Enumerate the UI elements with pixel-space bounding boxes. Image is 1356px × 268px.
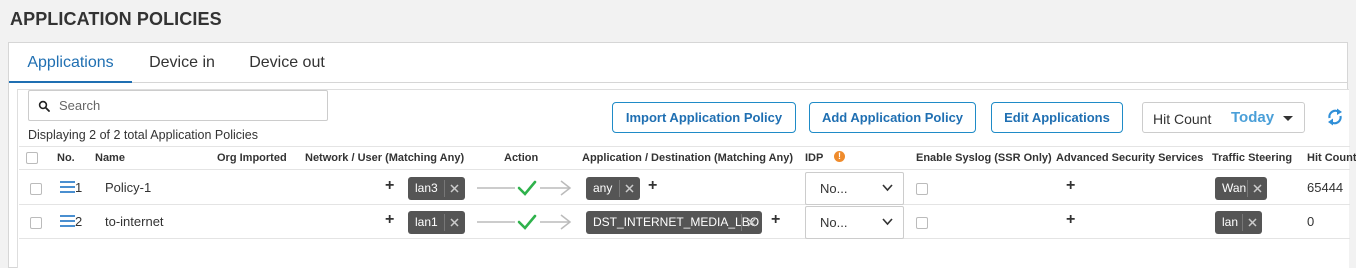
row-checkbox[interactable] bbox=[30, 183, 42, 195]
close-icon[interactable] bbox=[449, 217, 460, 228]
refresh-icon[interactable] bbox=[1326, 106, 1344, 128]
close-icon[interactable] bbox=[1247, 217, 1258, 228]
info-icon[interactable]: ! bbox=[834, 151, 845, 162]
column-advanced-security: Advanced Security Services bbox=[1056, 152, 1204, 164]
column-traffic-steering: Traffic Steering bbox=[1212, 152, 1293, 164]
traffic-steering-tag[interactable]: Wan bbox=[1215, 177, 1267, 200]
page-title: APPLICATION POLICIES bbox=[10, 9, 222, 29]
application-tag[interactable]: any bbox=[586, 177, 640, 200]
search-icon bbox=[38, 100, 50, 112]
policy-name[interactable]: to-internet bbox=[105, 214, 164, 229]
table-header: No. Name Org Imported Network / User (Ma… bbox=[19, 146, 1356, 170]
policies-content: Displaying 2 of 2 total Application Poli… bbox=[17, 89, 1356, 268]
column-application-destination: Application / Destination (Matching Any) bbox=[582, 152, 794, 164]
search-input[interactable] bbox=[59, 91, 319, 120]
check-icon bbox=[517, 180, 537, 196]
add-security-service-plus-icon[interactable]: + bbox=[1066, 177, 1075, 195]
import-application-policy-button[interactable]: Import Application Policy bbox=[612, 102, 796, 133]
hit-count-value: 0 bbox=[1307, 214, 1315, 229]
table-row[interactable]: 2 to-internet + lan1 DST_INTERNET_MEDIA_… bbox=[19, 206, 1350, 239]
hit-count-value: 65444 bbox=[1307, 180, 1344, 195]
check-icon bbox=[517, 214, 537, 230]
drag-menu-icon[interactable] bbox=[60, 181, 75, 193]
chevron-down-icon bbox=[882, 218, 893, 226]
tab-bar: Applications Device in Device out bbox=[9, 43, 1347, 83]
close-icon[interactable] bbox=[746, 217, 757, 228]
column-hit-count: Hit Count bbox=[1307, 152, 1356, 164]
idp-select[interactable]: No... bbox=[805, 172, 904, 205]
caret-down-icon bbox=[1283, 116, 1293, 121]
add-application-plus-icon[interactable]: + bbox=[648, 177, 657, 195]
add-application-plus-icon[interactable]: + bbox=[771, 211, 780, 229]
add-network-plus-icon[interactable]: + bbox=[385, 211, 394, 229]
traffic-steering-tag[interactable]: lan bbox=[1215, 211, 1262, 234]
policy-number: 2 bbox=[75, 214, 83, 229]
enable-syslog-checkbox[interactable] bbox=[916, 183, 928, 195]
allow-action-arrow[interactable] bbox=[477, 212, 573, 232]
column-enable-syslog: Enable Syslog (SSR Only) bbox=[916, 152, 1052, 164]
chevron-down-icon bbox=[882, 184, 893, 192]
tab-device-out[interactable]: Device out bbox=[234, 43, 340, 83]
table-row[interactable]: 1 Policy-1 + lan3 any + No... + Wan 6544… bbox=[19, 172, 1350, 205]
tab-device-in[interactable]: Device in bbox=[136, 43, 228, 83]
network-tag[interactable]: lan1 bbox=[408, 211, 465, 234]
allow-action-arrow[interactable] bbox=[477, 178, 573, 198]
idp-select[interactable]: No... bbox=[805, 206, 904, 239]
policy-name[interactable]: Policy-1 bbox=[105, 180, 151, 195]
search-box[interactable] bbox=[28, 90, 328, 121]
column-action: Action bbox=[504, 152, 539, 164]
add-application-policy-button[interactable]: Add Application Policy bbox=[809, 102, 976, 133]
close-icon[interactable] bbox=[449, 183, 460, 194]
column-org-imported: Org Imported bbox=[217, 152, 287, 164]
add-security-service-plus-icon[interactable]: + bbox=[1066, 211, 1075, 229]
row-checkbox[interactable] bbox=[30, 217, 42, 229]
network-tag[interactable]: lan3 bbox=[408, 177, 465, 200]
enable-syslog-checkbox[interactable] bbox=[916, 217, 928, 229]
edit-applications-button[interactable]: Edit Applications bbox=[991, 102, 1123, 133]
hit-count-select[interactable]: Hit Count Today bbox=[1142, 102, 1305, 133]
hit-count-period: Today bbox=[1231, 109, 1275, 126]
hit-count-label: Hit Count bbox=[1153, 111, 1212, 127]
column-idp: IDP bbox=[805, 152, 824, 164]
results-summary: Displaying 2 of 2 total Application Poli… bbox=[28, 128, 258, 142]
add-network-plus-icon[interactable]: + bbox=[385, 177, 394, 195]
column-no: No. bbox=[57, 152, 75, 164]
drag-menu-icon[interactable] bbox=[60, 215, 75, 227]
close-icon[interactable] bbox=[1252, 183, 1263, 194]
policies-panel: Applications Device in Device out Displa… bbox=[8, 42, 1356, 268]
column-network-user: Network / User (Matching Any) bbox=[305, 152, 465, 164]
application-tag[interactable]: DST_INTERNET_MEDIA_LBO bbox=[586, 211, 762, 234]
select-all-checkbox[interactable] bbox=[26, 152, 38, 164]
policy-number: 1 bbox=[75, 180, 83, 195]
tab-applications[interactable]: Applications bbox=[9, 43, 132, 83]
column-name: Name bbox=[95, 152, 125, 164]
close-icon[interactable] bbox=[624, 183, 635, 194]
